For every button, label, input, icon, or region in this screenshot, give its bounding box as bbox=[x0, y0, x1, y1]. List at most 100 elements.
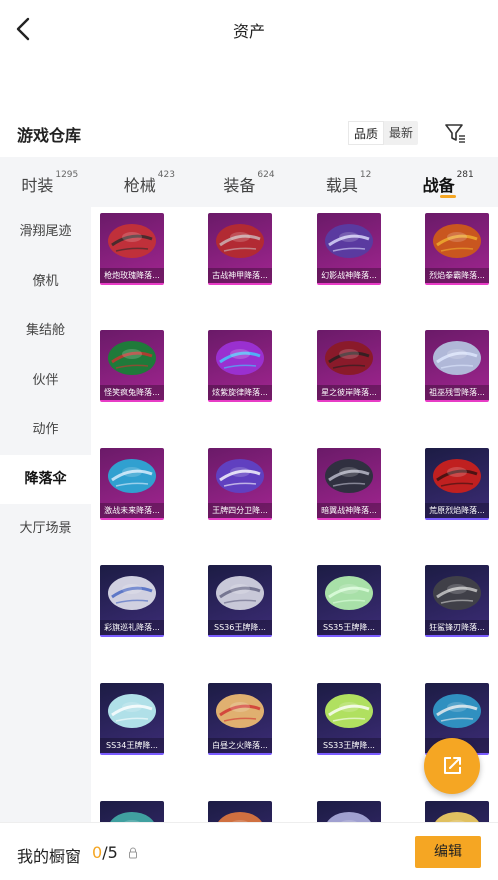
parachute-icon bbox=[108, 341, 156, 375]
parachute-icon bbox=[325, 576, 373, 610]
sidebar-item[interactable]: 动作 bbox=[0, 405, 91, 455]
item-name: 祖巫残雪降落... bbox=[425, 385, 489, 400]
item-card[interactable]: 幻影战神降落... bbox=[317, 213, 381, 285]
showcase-bar: 我的橱窗 0/5 编辑 bbox=[0, 822, 498, 880]
item-name: 幻影战神降落... bbox=[317, 268, 381, 283]
lock-icon bbox=[129, 847, 137, 859]
sort-toggle: 品质 最新 bbox=[348, 121, 419, 145]
tab-label: 载具 bbox=[325, 176, 358, 195]
tab-count: 624 bbox=[257, 170, 275, 180]
tab-0[interactable]: 时装1295 bbox=[0, 157, 100, 207]
showcase-label: 我的橱窗 bbox=[17, 847, 82, 866]
item-name: 烈焰拳霸降落... bbox=[425, 268, 489, 283]
warehouse-header: 游戏仓库 品质 最新 bbox=[0, 112, 498, 156]
tab-2[interactable]: 装备624 bbox=[199, 157, 299, 207]
tab-1[interactable]: 枪械423 bbox=[100, 157, 200, 207]
item-name: SS36王牌降... bbox=[208, 620, 272, 635]
parachute-icon bbox=[433, 224, 481, 258]
showcase-count: 0/5 bbox=[92, 843, 118, 862]
item-name: 激战未来降落... bbox=[100, 503, 164, 518]
item-card[interactable]: 暗翼战神降落... bbox=[317, 448, 381, 520]
item-name: SS35王牌降... bbox=[317, 620, 381, 635]
item-name: 王牌四分卫降... bbox=[208, 503, 272, 518]
parachute-icon bbox=[216, 224, 264, 258]
tab-3[interactable]: 载具12 bbox=[299, 157, 399, 207]
item-card[interactable]: SS34王牌降... bbox=[100, 683, 164, 755]
item-card[interactable]: 激战未来降落... bbox=[100, 448, 164, 520]
item-card[interactable]: SS35王牌降... bbox=[317, 565, 381, 637]
showcase-total: /5 bbox=[102, 843, 118, 862]
item-card[interactable]: 星之彼岸降落... bbox=[317, 330, 381, 402]
parachute-icon bbox=[433, 341, 481, 375]
parachute-icon bbox=[325, 459, 373, 493]
sort-quality-button[interactable]: 品质 bbox=[348, 121, 385, 145]
sub-category-sidebar: 滑翔尾迹 僚机 集结舱 伙伴 动作 降落伞 大厅场景 bbox=[0, 207, 91, 827]
item-name: 暗翼战神降落... bbox=[317, 503, 381, 518]
item-card[interactable]: 怪笑疯兔降落... bbox=[100, 330, 164, 402]
tab-count: 12 bbox=[359, 170, 372, 180]
sort-newest-button[interactable]: 最新 bbox=[384, 121, 418, 145]
showcase-current: 0 bbox=[92, 843, 103, 862]
item-name: 荒原烈焰降落... bbox=[425, 503, 489, 518]
item-card[interactable]: 彩旗巡礼降落... bbox=[100, 565, 164, 637]
sidebar-item[interactable]: 伙伴 bbox=[0, 356, 91, 406]
item-name: SS33王牌降... bbox=[317, 738, 381, 753]
item-card[interactable]: 古战神甲降落... bbox=[208, 213, 272, 285]
active-tab-indicator bbox=[440, 195, 457, 198]
item-name: 古战神甲降落... bbox=[208, 268, 272, 283]
item-name: 彩旗巡礼降落... bbox=[100, 620, 164, 635]
item-card[interactable]: 炫紫旋律降落... bbox=[208, 330, 272, 402]
sidebar-item[interactable]: 降落伞 bbox=[0, 454, 91, 504]
sidebar-item[interactable]: 集结舱 bbox=[0, 306, 91, 356]
page-title: 资产 bbox=[232, 22, 265, 41]
parachute-icon bbox=[108, 694, 156, 728]
item-card[interactable]: 祖巫残雪降落... bbox=[425, 330, 489, 402]
parachute-icon bbox=[216, 341, 264, 375]
tab-label: 时装 bbox=[21, 176, 54, 195]
sidebar-item[interactable]: 僚机 bbox=[0, 257, 91, 307]
parachute-icon bbox=[108, 224, 156, 258]
item-card[interactable]: SS33王牌降... bbox=[317, 683, 381, 755]
tab-label: 枪械 bbox=[123, 176, 156, 195]
item-name: 怪笑疯兔降落... bbox=[100, 385, 164, 400]
item-card[interactable]: 王牌四分卫降... bbox=[208, 448, 272, 520]
parachute-icon bbox=[325, 341, 373, 375]
item-name: 狂鲨锋刃降落... bbox=[425, 620, 489, 635]
share-button[interactable] bbox=[424, 738, 480, 794]
parachute-icon bbox=[216, 694, 264, 728]
category-tabs: 时装1295 枪械423 装备624 载具12 战备281 bbox=[0, 157, 498, 207]
item-name: 星之彼岸降落... bbox=[317, 385, 381, 400]
item-card[interactable]: 狂鲨锋刃降落... bbox=[425, 565, 489, 637]
share-icon bbox=[444, 757, 461, 774]
edit-button[interactable]: 编辑 bbox=[415, 836, 481, 868]
item-name: 白昼之火降落... bbox=[208, 738, 272, 753]
item-grid: 枪炮玫瑰降落... 古战神甲降落... 幻影战神降落... 烈焰拳霸降落... 怪笑疯兔… bbox=[91, 207, 498, 827]
tab-label: 战备 bbox=[422, 176, 455, 195]
parachute-icon bbox=[433, 694, 481, 728]
parachute-icon bbox=[325, 694, 373, 728]
parachute-icon bbox=[433, 459, 481, 493]
item-card[interactable]: 白昼之火降落... bbox=[208, 683, 272, 755]
sidebar-item[interactable]: 大厅场景 bbox=[0, 504, 91, 554]
parachute-icon bbox=[433, 576, 481, 610]
parachute-icon bbox=[216, 459, 264, 493]
sidebar-item[interactable]: 滑翔尾迹 bbox=[0, 207, 91, 257]
tab-count: 423 bbox=[157, 170, 175, 180]
item-card[interactable]: 烈焰拳霸降落... bbox=[425, 213, 489, 285]
warehouse-title: 游戏仓库 bbox=[17, 126, 82, 145]
item-name: 炫紫旋律降落... bbox=[208, 385, 272, 400]
item-card[interactable]: 荒原烈焰降落... bbox=[425, 448, 489, 520]
tab-4[interactable]: 战备281 bbox=[398, 157, 498, 207]
tab-count: 281 bbox=[456, 170, 474, 180]
item-card[interactable]: SS36王牌降... bbox=[208, 565, 272, 637]
item-name: SS34王牌降... bbox=[100, 738, 164, 753]
tab-count: 1295 bbox=[55, 170, 79, 180]
item-name: 枪炮玫瑰降落... bbox=[100, 268, 164, 283]
parachute-icon bbox=[108, 459, 156, 493]
parachute-icon bbox=[108, 576, 156, 610]
filter-icon[interactable] bbox=[443, 121, 467, 145]
tab-label: 装备 bbox=[223, 176, 256, 195]
top-bar: 资产 bbox=[0, 0, 498, 58]
parachute-icon bbox=[325, 224, 373, 258]
item-card[interactable]: 枪炮玫瑰降落... bbox=[100, 213, 164, 285]
